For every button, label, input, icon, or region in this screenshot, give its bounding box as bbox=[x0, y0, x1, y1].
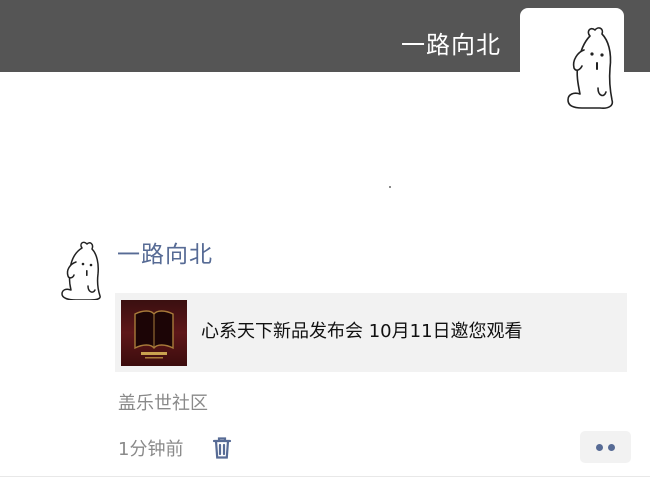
more-dot bbox=[596, 444, 603, 451]
link-title: 心系天下新品发布会 10月11日邀您观看 bbox=[201, 321, 523, 342]
more-dot bbox=[608, 444, 615, 451]
post-location[interactable]: 盖乐世社区 bbox=[118, 391, 208, 417]
post-time: 1分钟前 bbox=[118, 439, 184, 460]
post-avatar[interactable] bbox=[56, 240, 108, 301]
rabbit-avatar-icon bbox=[61, 241, 101, 301]
trash-icon[interactable] bbox=[211, 436, 233, 460]
shared-link-card[interactable]: 心系天下新品发布会 10月11日邀您观看 bbox=[115, 293, 627, 372]
cover-avatar[interactable] bbox=[520, 8, 624, 112]
post-author-name[interactable]: 一路向北 bbox=[117, 239, 213, 271]
link-thumbnail bbox=[121, 300, 187, 366]
cover-user-name: 一路向北 bbox=[401, 31, 501, 59]
more-dots-icon[interactable] bbox=[580, 431, 631, 463]
rabbit-avatar-icon bbox=[567, 27, 614, 109]
divider bbox=[0, 476, 650, 477]
decorative-dot bbox=[389, 186, 391, 188]
